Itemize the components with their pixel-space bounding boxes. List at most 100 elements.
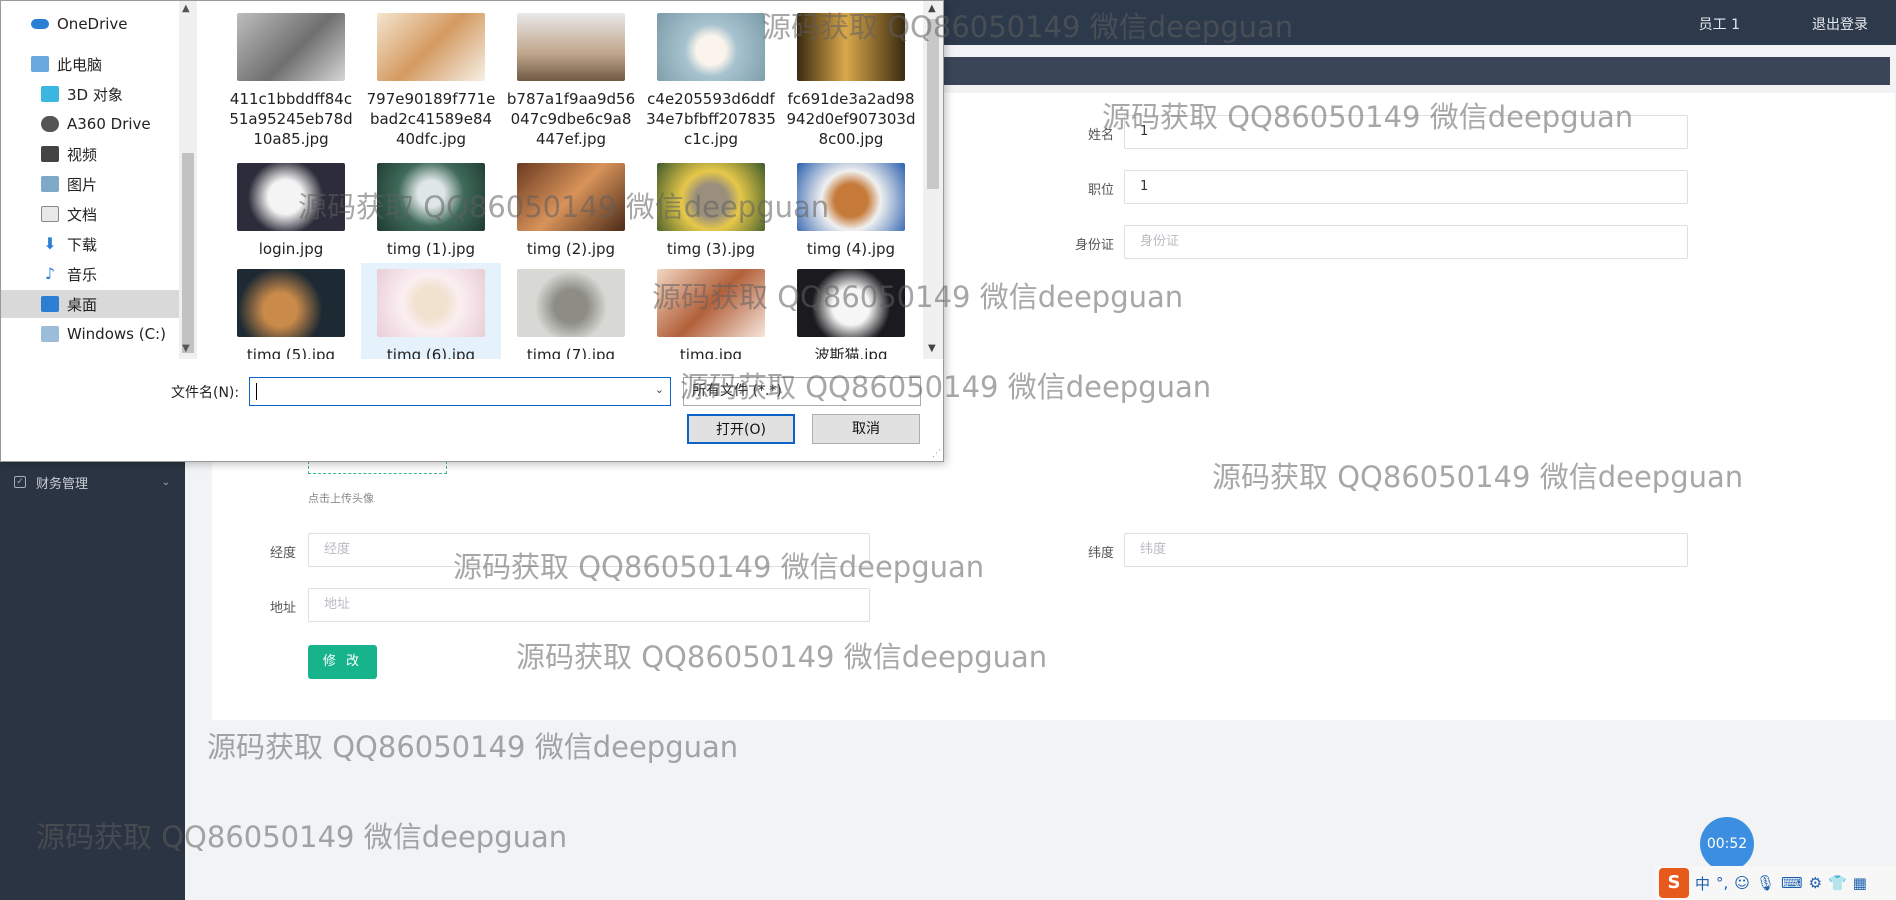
nav-scrollbar[interactable]: ▲ ▼ [179,1,197,359]
sogou-ime-icon[interactable]: S [1659,868,1689,898]
cloud-icon [31,19,49,29]
nav-label: 桌面 [67,295,98,314]
submit-button[interactable]: 修 改 [308,645,377,679]
file-item[interactable]: b787a1f9aa9d56047c9dbe6c9a8447ef.jpg [506,13,636,149]
longitude-label: 经度 [269,546,296,561]
computer-icon [31,56,49,72]
file-name: 411c1bbddff84c51a95245eb78d10a85.jpg [229,90,353,148]
disk-drive-icon [41,326,59,342]
watermark: 源码获取 QQ86050149 微信deepguan [652,280,1184,314]
watermark: 源码获取 QQ86050149 微信deepguan [36,820,568,854]
watermark: 源码获取 QQ86050149 微信deepguan [680,370,1212,404]
text-caret [256,383,257,400]
scroll-down-icon[interactable]: ▼ [928,343,936,354]
latitude-input[interactable]: 纬度 [1124,533,1688,567]
filename-label: 文件名(N): [171,385,240,401]
file-name: timg.jpg [679,346,743,359]
watermark: 源码获取 QQ86050149 微信deepguan [453,550,985,584]
emoji-icon[interactable]: ☺ [1734,874,1750,892]
file-item[interactable]: 797e90189f771ebad2c41589e8440dfc.jpg [366,13,496,149]
watermark: 源码获取 QQ86050149 微信deepguan [516,640,1048,674]
nav-label: 下载 [67,235,98,254]
position-label: 职位 [1087,183,1114,198]
nav-label: 音乐 [67,265,98,284]
current-user[interactable]: 员工 1 [1699,14,1740,34]
drive-icon [41,116,59,132]
file-name: timg (4).jpg [806,240,896,258]
file-name: timg (2).jpg [526,240,616,258]
nav-label: 此电脑 [57,55,103,74]
sidebar-item-finance[interactable]: ✓ 财务管理 ⌄ [14,472,170,492]
address-label: 地址 [269,601,296,616]
address-input[interactable]: 地址 [308,588,870,622]
film-icon [41,146,59,162]
watermark: 源码获取 QQ86050149 微信deepguan [1102,100,1634,134]
watermark: 源码获取 QQ86050149 微信deepguan [298,190,830,224]
file-name: timg (1).jpg [386,240,476,258]
nav-label: Windows (C:) [67,325,166,343]
cube-icon [41,86,59,102]
nav-item-desktop[interactable]: 桌面 [1,290,179,318]
microphone-icon[interactable]: 🎙 [1756,874,1775,892]
file-thumbnail [377,269,485,337]
music-note-icon: ♪ [44,264,56,283]
scroll-up-icon[interactable]: ▲ [182,3,190,14]
chart-icon: ✓ [14,476,26,488]
file-thumbnail [517,13,625,81]
watermark: 源码获取 QQ86050149 微信deepguan [1212,460,1744,494]
resize-grip-icon[interactable]: ⋰ [932,449,941,459]
nav-label: 3D 对象 [67,85,123,104]
nav-label: OneDrive [57,15,128,33]
picture-icon [41,176,59,192]
file-thumbnail [237,13,345,81]
nav-pane: OneDrive 此电脑 3D 对象 A360 Drive 视频 图片 文档 ⬇ [1,1,197,359]
file-name: timg (5).jpg [246,346,336,359]
file-name: 波斯猫.jpg [814,346,888,359]
nav-label: A360 Drive [67,115,151,133]
filename-input[interactable]: ⌄ [249,377,671,406]
file-item[interactable]: timg (5).jpg [226,269,356,359]
nav-label: 视频 [67,145,98,164]
file-name: fc691de3a2ad98942d0ef907303d8c00.jpg [786,90,916,148]
file-item-selected[interactable]: timg (6).jpg [361,263,501,359]
watermark: 源码获取 QQ86050149 微信deepguan [762,10,1294,44]
desktop-icon [41,296,59,312]
file-thumbnail [657,13,765,81]
file-name: timg (3).jpg [666,240,756,258]
file-name: timg (7).jpg [526,346,616,359]
file-name: login.jpg [258,240,324,258]
open-button[interactable]: 打开(O) [687,414,795,444]
file-item[interactable]: timg (7).jpg [506,269,636,359]
file-thumbnail [237,269,345,337]
file-item[interactable]: c4e205593d6ddf34e7bfbff207835c1c.jpg [646,13,776,149]
system-tray: S 中 °, ☺ 🎙 ⌨ ⚙ 👕 ▦ [1655,866,1896,900]
file-name: b787a1f9aa9d56047c9dbe6c9a8447ef.jpg [506,90,636,148]
keyboard-icon[interactable]: ⌨ [1781,874,1803,892]
toolbox-icon[interactable]: ⚙ [1809,874,1822,892]
file-thumbnail [377,13,485,81]
file-name: 797e90189f771ebad2c41589e8440dfc.jpg [366,90,496,148]
download-arrow-icon: ⬇ [43,234,57,253]
file-name: timg (6).jpg [386,346,476,359]
cancel-button[interactable]: 取消 [812,414,920,444]
recording-timer[interactable]: 00:52 [1700,817,1754,871]
idcard-input[interactable]: 身份证 [1124,225,1688,259]
file-item[interactable]: 411c1bbddff84c51a95245eb78d10a85.jpg [226,13,356,149]
position-input[interactable]: 1 [1124,170,1688,204]
logout-link[interactable]: 退出登录 [1812,14,1868,34]
chevron-down-icon[interactable]: ⌄ [655,383,664,396]
watermark: 源码获取 QQ86050149 微信deepguan [207,730,739,764]
nav-label: 图片 [67,175,98,194]
sidebar-item-label: 财务管理 [36,476,89,492]
scrollbar-thumb[interactable] [182,153,194,353]
idcard-label: 身份证 [1074,238,1114,253]
punctuation-icon[interactable]: °, [1716,874,1728,892]
nav-label: 文档 [67,205,98,224]
skin-icon[interactable]: 👕 [1828,874,1847,892]
file-thumbnail [517,269,625,337]
ime-mode-label[interactable]: 中 [1695,873,1710,894]
scroll-down-icon[interactable]: ▼ [182,343,190,354]
upload-hint: 点击上传头像 [308,492,374,505]
file-name: c4e205593d6ddf34e7bfbff207835c1c.jpg [646,90,776,148]
menu-grid-icon[interactable]: ▦ [1853,874,1867,892]
